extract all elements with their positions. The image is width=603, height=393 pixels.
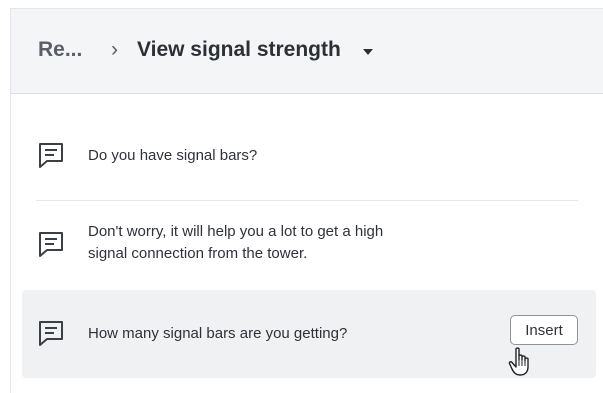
item-text: How many signal bars are you getting? bbox=[88, 325, 348, 342]
message-icon bbox=[39, 232, 63, 257]
item-text: Do you have signal bars? bbox=[88, 147, 258, 164]
item-text-line-1: Don't worry, it will help you a lot to g… bbox=[88, 223, 384, 240]
list-item[interactable]: Don't worry, it will help you a lot to g… bbox=[22, 216, 596, 276]
panel-border bbox=[10, 94, 11, 393]
message-icon bbox=[39, 321, 63, 346]
hand-pointer-cursor-icon bbox=[508, 347, 529, 376]
page-title[interactable]: View signal strength bbox=[137, 38, 341, 62]
chevron-down-icon[interactable] bbox=[363, 49, 373, 55]
message-icon bbox=[39, 143, 63, 168]
divider bbox=[36, 200, 578, 201]
item-text-line-2: signal connection from the tower. bbox=[88, 245, 308, 262]
insert-button[interactable]: Insert bbox=[510, 315, 578, 345]
breadcrumb-separator: › bbox=[111, 38, 118, 61]
header-bar: Re... › View signal strength bbox=[10, 8, 603, 94]
breadcrumb-parent[interactable]: Re... bbox=[38, 38, 82, 62]
list-item[interactable]: Do you have signal bars? bbox=[22, 130, 596, 180]
